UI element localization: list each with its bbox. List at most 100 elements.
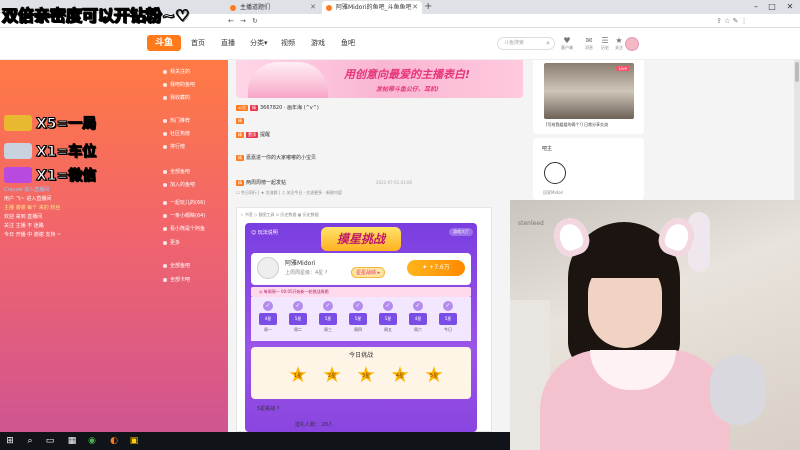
task-view-icon[interactable]: ▭ bbox=[42, 432, 58, 450]
post-item[interactable]: 公告精 3667820 · 画年海 (^v^) bbox=[236, 104, 319, 111]
gift-rule-2: X1=微信 bbox=[4, 164, 97, 186]
close-icon[interactable]: ✕ bbox=[412, 1, 418, 14]
mail-icon: ✉ bbox=[585, 36, 593, 45]
owner-avatar[interactable] bbox=[544, 162, 566, 184]
nav-fishbar[interactable]: 鱼吧 bbox=[341, 38, 355, 48]
header-message-button[interactable]: ✉ 消息 bbox=[582, 36, 596, 51]
close-icon[interactable]: ✕ bbox=[310, 1, 316, 14]
chat-message: 用户 飞~ 进入直播间 bbox=[4, 196, 52, 202]
day-name: 周三 bbox=[324, 327, 332, 332]
sidebar-item-label: 一条小眼睛(64) bbox=[170, 213, 206, 219]
forward-icon[interactable]: → bbox=[240, 14, 246, 28]
post-tag: 精 bbox=[236, 118, 244, 124]
chat-message: 主播 谢谢 每个 来的 粉丝 bbox=[4, 205, 61, 211]
reload-icon[interactable]: ↻ bbox=[252, 14, 258, 28]
day-star: 5星 bbox=[379, 313, 397, 325]
day-name: 今日 bbox=[444, 327, 452, 332]
close-window-button[interactable]: ✕ bbox=[782, 0, 798, 14]
browser-tab-0[interactable]: 主播道题们 ✕ bbox=[226, 1, 320, 14]
sidebar-item[interactable]: 排行榜 bbox=[163, 143, 185, 150]
day-name: 周五 bbox=[384, 327, 392, 332]
sidebar-item[interactable]: 全部鱼吧 bbox=[163, 262, 190, 269]
sidebar-item[interactable]: 加入的鱼吧 bbox=[163, 181, 195, 188]
bullet-icon bbox=[163, 226, 167, 231]
address-bar-actions[interactable]: ⇪ ☆ ✎ ⋮ bbox=[716, 14, 748, 28]
nav-live[interactable]: 直播 bbox=[221, 38, 235, 48]
sidebar-item-label: 我收藏的 bbox=[170, 95, 191, 101]
bullet-icon bbox=[163, 118, 167, 123]
sidebar-item[interactable]: 全部鱼吧 bbox=[163, 168, 190, 175]
file-explorer-icon[interactable]: ▦ bbox=[64, 432, 80, 450]
sidebar-item[interactable]: 一起玩儿的(66) bbox=[163, 199, 205, 206]
user-level: 上周周星级：4星 ? bbox=[285, 270, 328, 276]
sidebar-item[interactable]: 我收藏的 bbox=[163, 94, 190, 101]
post-item[interactable]: 精嘉嘉进一你的大家嘟嘟的小宝贝 bbox=[236, 154, 316, 161]
browser-tab-1[interactable]: 阿雅Midori的鱼吧_斗鱼鱼吧 ✕ bbox=[322, 1, 422, 14]
day-cell: ✓ 4星 周六 bbox=[407, 301, 429, 335]
post-subline: ☐ 冬日同行 | ★ 交流群 | ♫ 关注今日 · 交流更多 · 新鲜内容 bbox=[236, 190, 342, 195]
day-star: 4星 bbox=[259, 313, 277, 325]
nav-home[interactable]: 首页 bbox=[191, 38, 205, 48]
star-record-button: 星星战绩 ▸ bbox=[351, 267, 386, 278]
user-card: 阿雅Midori 上周周星级：4星 ? 星星战绩 ▸ ✦ +7.6万 bbox=[251, 253, 471, 285]
video-caption[interactable]: [写给我姐姐的两个!] 日常分享交流 bbox=[546, 122, 608, 128]
post-title: 3667820 · 画年海 (^v^) bbox=[260, 105, 319, 111]
maximize-button[interactable]: □ bbox=[764, 0, 780, 14]
header-follow-button[interactable]: ★ 关注 bbox=[612, 36, 626, 51]
post-item[interactable]: 精置顶 提醒 bbox=[236, 131, 270, 138]
avatar bbox=[257, 257, 279, 279]
post-item[interactable]: 精两周周榜一起发帖 2022-07-01 01:00 bbox=[236, 179, 412, 186]
star-icon: ★ 3星 bbox=[356, 363, 376, 388]
bullet-icon bbox=[163, 69, 167, 74]
post-title: 两周周榜一起发帖 bbox=[246, 180, 287, 186]
scrollbar-thumb[interactable] bbox=[795, 62, 799, 82]
post-tag: 公告 bbox=[236, 105, 248, 111]
bullet-icon bbox=[163, 200, 167, 205]
game-hall-button: 游戏大厅 bbox=[449, 228, 473, 236]
new-tab-button[interactable]: + bbox=[424, 0, 432, 14]
back-icon[interactable]: ← bbox=[228, 14, 234, 28]
chat-message: 欢迎 来到 直播间 bbox=[4, 214, 43, 220]
sidebar-item[interactable]: 我吧的鱼吧 bbox=[163, 81, 195, 88]
promo-banner[interactable]: 用创意向最爱的主播表白! 发帖带斗鱼公仔、耳机! bbox=[236, 60, 523, 98]
sidebar-item[interactable]: 看小熊是个阿鱼 bbox=[163, 225, 205, 232]
nav-game[interactable]: 游戏 bbox=[311, 38, 325, 48]
header-client-button[interactable]: ♥ 客户端 bbox=[560, 36, 574, 51]
check-icon: ✓ bbox=[323, 301, 333, 311]
check-icon: ✓ bbox=[293, 301, 303, 311]
post-item[interactable]: 精 bbox=[236, 118, 246, 124]
tab-favicon-icon bbox=[230, 5, 236, 11]
owner-handle[interactable]: 回家Midori bbox=[543, 190, 563, 196]
sidebar-item[interactable]: 更多 bbox=[163, 239, 180, 246]
app-icon[interactable]: ◐ bbox=[106, 432, 122, 450]
sidebar-item[interactable]: 社区热榜 bbox=[163, 130, 190, 137]
tab-favicon-icon bbox=[326, 5, 332, 11]
post-tag: 置顶 bbox=[246, 132, 258, 138]
chrome-icon[interactable]: ◉ bbox=[84, 432, 100, 450]
wall-logo: stenleed bbox=[518, 220, 544, 227]
avatar[interactable] bbox=[625, 37, 639, 51]
search-icon[interactable]: ⌕ bbox=[22, 432, 38, 450]
day-cell: ✓ 5星 周三 bbox=[317, 301, 339, 335]
heart-icon: ♥ bbox=[563, 36, 571, 45]
post-title: 嘉嘉进一你的大家嘟嘟的小宝贝 bbox=[246, 155, 317, 161]
sidebar-item[interactable]: 我关注的 bbox=[163, 68, 190, 75]
app-icon[interactable]: ▣ bbox=[126, 432, 142, 450]
sidebar-item[interactable]: 一条小眼睛(64) bbox=[163, 212, 205, 219]
nav-video[interactable]: 视频 bbox=[281, 38, 295, 48]
douyu-logo[interactable]: 斗鱼 bbox=[147, 35, 181, 51]
minimize-button[interactable]: – bbox=[748, 0, 764, 14]
search-icon[interactable]: ⌕ bbox=[546, 38, 550, 49]
start-icon[interactable]: ⊞ bbox=[2, 432, 18, 450]
search-placeholder: 斗鱼搜索 bbox=[504, 40, 525, 46]
bullet-icon bbox=[163, 131, 167, 136]
nav-category[interactable]: 分类▾ bbox=[250, 38, 268, 48]
day-star: 4星 bbox=[409, 313, 427, 325]
day-name: 周二 bbox=[294, 327, 302, 332]
sidebar-item[interactable]: 热门推荐 bbox=[163, 117, 190, 124]
sidebar-item[interactable]: 全部卡吧 bbox=[163, 276, 190, 283]
sidebar-item-label: 社区热榜 bbox=[170, 131, 191, 137]
search-input[interactable]: 斗鱼搜索 ⌕ bbox=[497, 37, 555, 50]
header-history-button[interactable]: ☰ 历史 bbox=[598, 36, 612, 51]
video-thumbnail[interactable]: Live bbox=[544, 63, 634, 119]
